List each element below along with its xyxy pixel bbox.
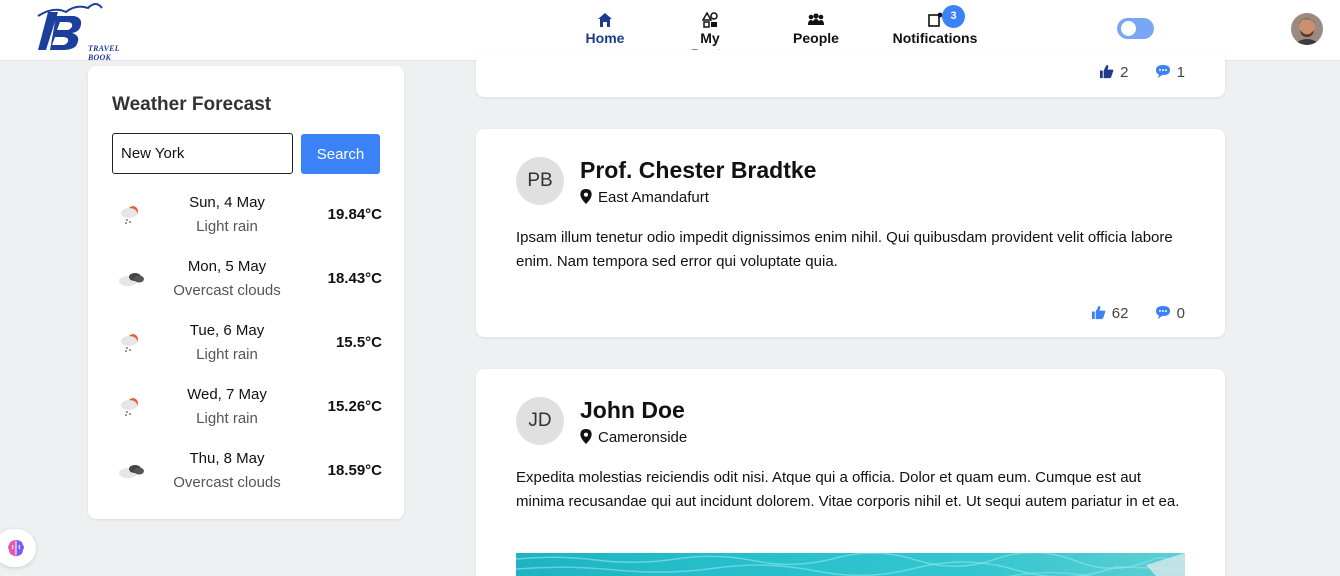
forecast-temp: 15.26°C <box>327 398 382 415</box>
people-icon <box>808 13 824 25</box>
post-body: Expedita molestias reiciendis odit nisi.… <box>516 469 1180 510</box>
rain-icon <box>121 398 138 416</box>
post-stats: 62 0 <box>1069 305 1185 322</box>
forecast-date: Sun, 4 May <box>189 194 265 211</box>
nav-notifications-label: Notifications <box>892 30 978 46</box>
forecast-desc: Light rain <box>196 346 258 363</box>
weather-title: Weather Forecast <box>112 94 272 115</box>
comment-icon <box>1155 65 1170 78</box>
cloud-icon <box>119 273 144 286</box>
brain-icon <box>8 540 24 556</box>
thumbs-up-icon <box>1100 64 1114 79</box>
author-avatar[interactable]: JD <box>516 397 564 445</box>
notifications-icon <box>928 12 943 27</box>
forecast-temp: 19.84°C <box>327 206 382 223</box>
author-name[interactable]: John Doe <box>580 397 685 424</box>
user-avatar[interactable] <box>1291 13 1323 45</box>
nav-my-posts[interactable]: My Posts <box>680 12 740 62</box>
home-icon <box>598 13 612 27</box>
forecast-row: Wed, 7 May Light rain 15.26°C <box>112 382 382 434</box>
forecast-row: Mon, 5 May Overcast clouds 18.43°C <box>112 254 382 306</box>
notification-count-badge: 3 <box>942 5 965 28</box>
nav-home[interactable]: Home <box>585 12 625 52</box>
forecast-date: Thu, 8 May <box>189 450 265 467</box>
comment-count: 0 <box>1176 305 1185 322</box>
forecast-row: Sun, 4 May Light rain 19.84°C <box>112 190 382 242</box>
rain-icon <box>121 334 138 352</box>
toggle-knob <box>1121 21 1136 36</box>
forecast-temp: 15.5°C <box>335 334 382 351</box>
post-stats: 2 1 <box>1077 64 1185 81</box>
nav-notifications[interactable]: Notifications <box>892 12 978 52</box>
comment-icon <box>1155 306 1170 319</box>
post-body: Ipsam illum tenetur odio impedit digniss… <box>516 229 1173 270</box>
location-pin-icon <box>580 189 592 204</box>
comment-button[interactable]: 1 <box>1155 64 1185 81</box>
theme-toggle[interactable] <box>1117 18 1154 39</box>
like-button[interactable]: 62 <box>1091 305 1129 322</box>
forecast-desc: Overcast clouds <box>173 282 281 299</box>
nav-home-label: Home <box>585 30 625 46</box>
forecast-date: Tue, 6 May <box>189 322 265 339</box>
user-avatar-icon <box>1291 13 1323 45</box>
post-card: 2 1 <box>476 50 1225 97</box>
my-posts-icon <box>702 12 718 28</box>
forecast-row: Tue, 6 May Light rain 15.5°C <box>112 318 382 370</box>
forecast-date: Wed, 7 May <box>187 386 267 403</box>
cloud-icon <box>119 465 144 478</box>
forecast-date: Mon, 5 May <box>187 258 267 275</box>
thumbs-up-icon <box>1091 305 1106 320</box>
forecast-temp: 18.43°C <box>327 270 382 287</box>
forecast-desc: Overcast clouds <box>173 474 281 491</box>
weather-search-button[interactable]: Search <box>301 134 380 174</box>
like-button[interactable]: 2 <box>1099 64 1128 81</box>
weather-forecast-panel: Weather Forecast Search Sun, 4 May Light… <box>88 66 404 519</box>
like-count: 62 <box>1111 305 1129 322</box>
location-text: Cameronside <box>598 429 688 446</box>
rain-icon <box>121 206 138 224</box>
sea-photo <box>516 553 1185 576</box>
author-name[interactable]: Prof. Chester Bradtke <box>580 157 816 184</box>
post-location: Cameronside <box>580 429 687 446</box>
forecast-desc: Light rain <box>196 410 258 427</box>
comment-button[interactable]: 0 <box>1155 305 1185 322</box>
forecast-row: Thu, 8 May Overcast clouds 18.59°C <box>112 446 382 498</box>
post-location: East Amandafurt <box>580 189 709 206</box>
logo-text: TRAVEL BOOK <box>88 44 120 62</box>
like-count: 2 <box>1120 64 1129 81</box>
forecast-desc: Light rain <box>196 218 258 235</box>
post-card: JD John Doe Cameronside Expedita molesti… <box>476 369 1225 576</box>
post-image[interactable] <box>516 553 1185 576</box>
post-card: PB Prof. Chester Bradtke East Amandafurt… <box>476 129 1225 337</box>
location-text: East Amandafurt <box>598 189 709 206</box>
nav-people[interactable]: People <box>793 12 839 52</box>
nav-people-label: People <box>793 30 839 46</box>
city-search-input[interactable] <box>112 133 293 174</box>
location-pin-icon <box>580 429 592 444</box>
assistant-button[interactable] <box>0 529 36 567</box>
author-avatar[interactable]: PB <box>516 157 564 205</box>
travel-book-logo[interactable]: TRAVEL BOOK <box>36 2 119 62</box>
forecast-temp: 18.59°C <box>327 462 382 479</box>
comment-count: 1 <box>1176 64 1185 81</box>
